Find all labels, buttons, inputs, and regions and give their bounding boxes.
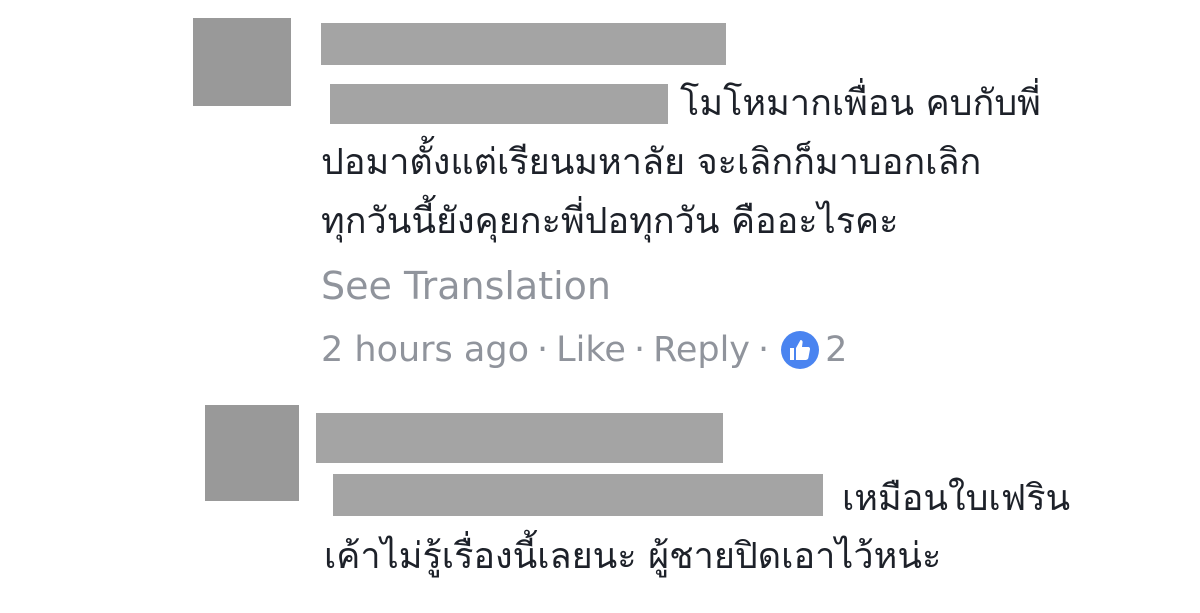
- avatar[interactable]: [193, 18, 291, 106]
- like-button[interactable]: Like: [556, 328, 626, 372]
- reply-text-line-1: เหมือนใบเฟริน: [842, 478, 1071, 519]
- separator-dot: ·: [758, 330, 770, 370]
- separator-dot: ·: [633, 330, 646, 370]
- comment-text-line-1: โมโหมากเพื่อน คบกับพี่: [680, 83, 1041, 124]
- redacted-author-name[interactable]: [321, 23, 726, 65]
- thumbs-up-icon[interactable]: [781, 331, 820, 369]
- comment-thread: โมโหมากเพื่อน คบกับพี่ ปอมาตั้งแต่เรียนม…: [0, 0, 1200, 613]
- reply-button[interactable]: Reply: [653, 328, 750, 372]
- redacted-author-name[interactable]: [316, 413, 723, 463]
- comment-meta-row: 2 hours ago · Like · Reply · 2: [321, 328, 847, 372]
- thumbs-up-glyph: [790, 340, 811, 360]
- reaction-count[interactable]: 2: [825, 328, 847, 372]
- redacted-mention[interactable]: [333, 474, 823, 516]
- timestamp: 2 hours ago: [321, 330, 530, 370]
- avatar[interactable]: [205, 405, 299, 501]
- comment-text-line-2: ปอมาตั้งแต่เรียนมหาลัย จะเลิกก็มาบอกเลิก: [321, 142, 982, 183]
- comment-text-line-3: ทุกวันนี้ยังคุยกะพี่ปอทุกวัน คืออะไรคะ: [321, 201, 899, 242]
- separator-dot: ·: [537, 330, 549, 370]
- reply-text-line-2: เค้าไม่รู้เรื่องนี้เลยนะ ผู้ชายปิดเอาไว้…: [324, 536, 942, 577]
- redacted-mention[interactable]: [330, 84, 668, 124]
- see-translation-link[interactable]: See Translation: [321, 262, 611, 310]
